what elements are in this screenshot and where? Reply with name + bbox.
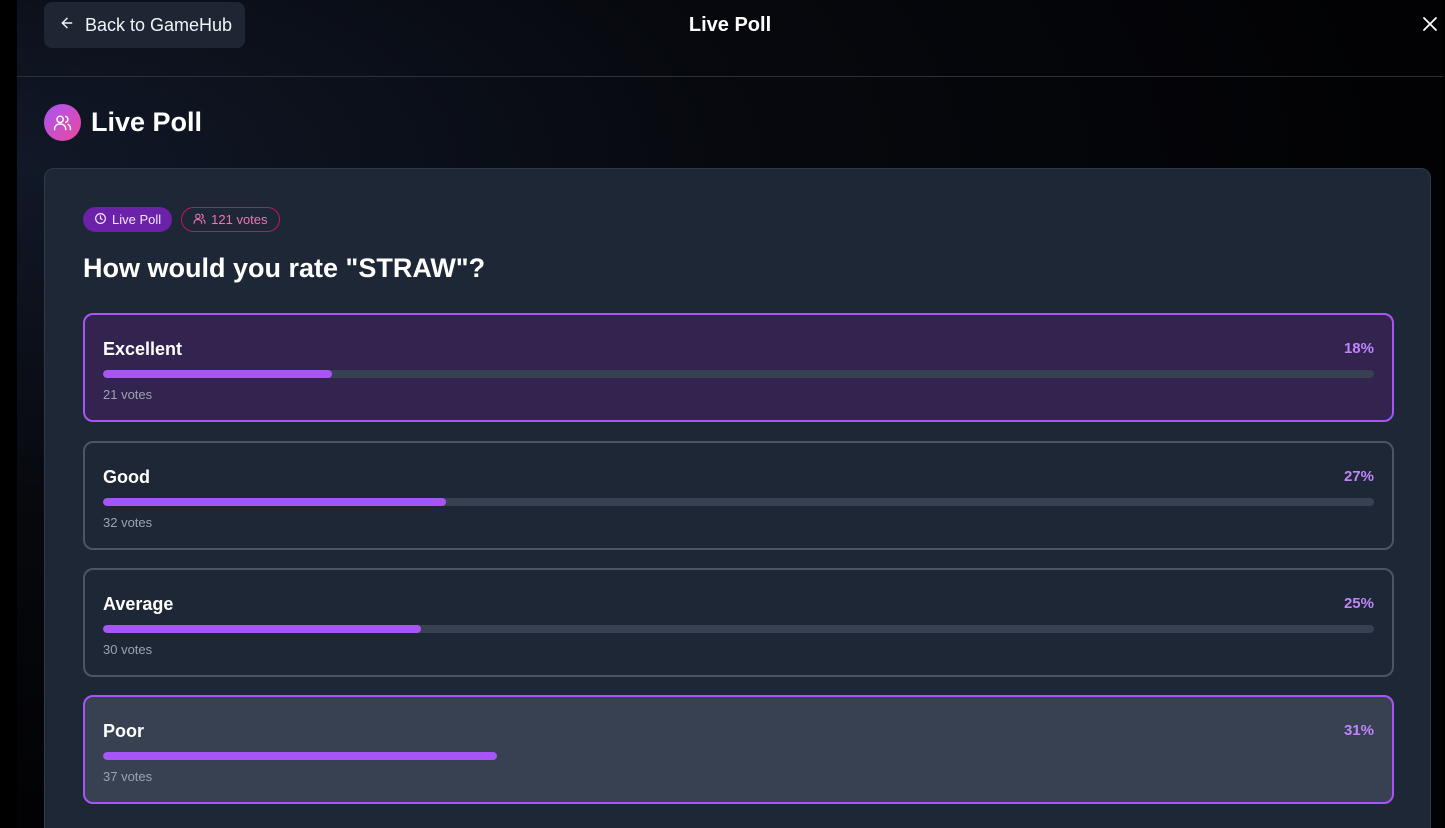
- option-label: Good: [103, 467, 150, 487]
- option-label: Poor: [103, 721, 145, 741]
- option-progress-fill: [103, 625, 421, 633]
- page-header: Live Poll: [44, 104, 202, 141]
- total-votes-label: 121 votes: [211, 212, 268, 227]
- poll-badges: Live Poll 121 votes: [83, 207, 280, 232]
- close-button[interactable]: [1419, 15, 1441, 37]
- option-percent: 31%: [1343, 722, 1374, 739]
- close-icon: [1421, 15, 1439, 38]
- poll-option-poor[interactable]: Poor 31% 37 votes: [83, 695, 1394, 804]
- option-progress-fill: [103, 752, 497, 760]
- users-icon: [193, 212, 206, 228]
- option-percent: 18%: [1343, 340, 1374, 357]
- live-status-label: Live Poll: [112, 212, 162, 227]
- users-icon: [44, 104, 81, 141]
- option-percent: 27%: [1343, 468, 1374, 485]
- option-progress-track: [103, 625, 1374, 633]
- option-progress-track: [103, 752, 1374, 760]
- option-label: Average: [103, 594, 174, 614]
- poll-option-good[interactable]: Good 27% 32 votes: [83, 441, 1394, 550]
- option-votes: 30 votes: [103, 642, 153, 657]
- option-votes: 37 votes: [103, 769, 153, 784]
- total-votes-badge: 121 votes: [181, 207, 280, 232]
- top-bar: Back to GameHub Live Poll: [17, 0, 1443, 77]
- option-votes: 32 votes: [103, 515, 153, 530]
- poll-option-average[interactable]: Average 25% 30 votes: [83, 568, 1394, 677]
- window-edge-left: [0, 0, 17, 828]
- option-progress-track: [103, 498, 1374, 506]
- option-label: Excellent: [103, 339, 183, 359]
- poll-card: Live Poll 121 votes How would you rate "…: [44, 168, 1431, 828]
- page-title: Live Poll: [91, 107, 203, 137]
- top-bar-title: Live Poll: [688, 14, 772, 36]
- option-progress-track: [103, 370, 1374, 378]
- poll-question: How would you rate "STRAW"?: [83, 253, 486, 283]
- option-progress-fill: [103, 370, 332, 378]
- poll-modal: Back to GameHub Live Poll Live Poll Live…: [17, 0, 1443, 828]
- option-progress-fill: [103, 498, 447, 506]
- option-votes: 21 votes: [103, 387, 153, 402]
- live-status-badge: Live Poll: [83, 207, 173, 232]
- poll-option-excellent[interactable]: Excellent 18% 21 votes: [83, 313, 1394, 422]
- clock-icon: [94, 212, 107, 228]
- option-percent: 25%: [1343, 595, 1374, 612]
